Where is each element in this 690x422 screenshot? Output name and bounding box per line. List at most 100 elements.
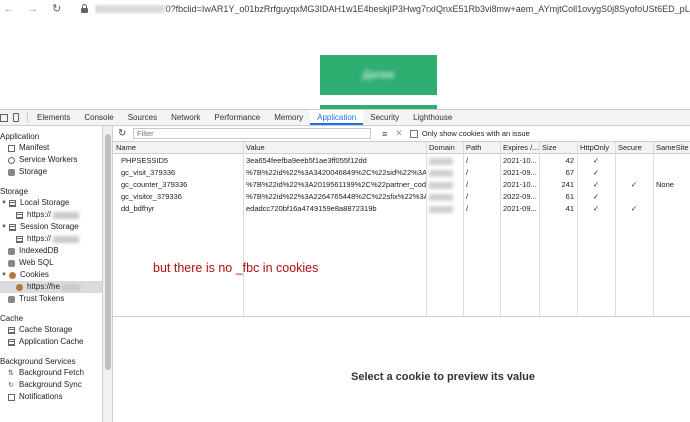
sidebar-item-service-workers[interactable]: Service Workers <box>0 154 102 166</box>
cookie-size: 41 <box>565 204 574 213</box>
cookie-value: %7B%22id%22%3A2019561199%2C%22partner_co… <box>246 180 426 189</box>
cookie-size: 42 <box>565 156 574 165</box>
sidebar-item-label: https:// <box>27 234 52 243</box>
sync-arrows-icon: ⇅ <box>8 369 14 377</box>
sidebar-item-session-origin[interactable]: https:// <box>0 233 102 245</box>
table-row[interactable]: gc_counter_379336 %7B%22id%22%3A20195611… <box>113 179 690 191</box>
cookie-expires: 2022-09... <box>503 192 537 201</box>
sidebar-item-background-fetch[interactable]: ⇅ Background Fetch <box>0 367 102 379</box>
cookie-value: %7B%22id%22%3A2264765448%2C%22sfix%22%3A… <box>246 192 426 201</box>
sidebar-item-cookie-origin[interactable]: https://he <box>0 281 102 293</box>
sidebar-item-local-origin[interactable]: https:// <box>0 209 102 221</box>
forward-arrow-icon[interactable]: → <box>26 2 40 16</box>
clear-all-icon[interactable]: ✕ <box>395 128 403 139</box>
column-header-path[interactable]: Path <box>463 142 500 154</box>
sidebar-item-background-sync[interactable]: ↻ Background Sync <box>0 379 102 391</box>
page-primary-button[interactable]: Далее <box>320 55 437 95</box>
database-icon <box>8 295 15 303</box>
web-page: Далее <box>0 17 690 109</box>
tab-elements[interactable]: Elements <box>30 110 77 125</box>
table-header: Name Value Domain Path Expires /... Size… <box>113 142 690 154</box>
cookie-value: 3ea654feefba9eeb5f1ae3ff055f12dd <box>246 156 367 165</box>
column-header-size[interactable]: Size <box>539 142 577 154</box>
only-issues-checkbox[interactable] <box>409 129 418 138</box>
refresh-icon[interactable]: ↻ <box>118 128 128 139</box>
grid-icon <box>9 223 16 231</box>
tab-performance[interactable]: Performance <box>207 110 267 125</box>
cookie-expires: 2021-09... <box>503 204 537 213</box>
sidebar-scrollbar[interactable] <box>103 126 113 422</box>
sidebar-item-manifest[interactable]: Manifest <box>0 142 102 154</box>
back-arrow-icon[interactable]: ← <box>2 2 16 16</box>
toolbar-divider <box>27 112 28 123</box>
annotation-text: but there is no _fbc in cookies <box>153 261 319 275</box>
sidebar-item-local-storage[interactable]: ▼ Local Storage <box>0 197 102 209</box>
url-field[interactable]: 0?fbclid=IwAR1Y_o01bzRrfguyqxMG3IDAH1w1E… <box>94 4 690 14</box>
cookie-value: %7B%22id%22%3A3420046849%2C%22sid%22%3A2… <box>246 168 426 177</box>
clear-filtered-icon[interactable]: ≡ <box>382 129 387 139</box>
table-row[interactable]: PHPSESSID5 3ea654feefba9eeb5f1ae3ff055f1… <box>113 155 690 167</box>
grid-icon <box>8 338 15 346</box>
cookie-path: / <box>466 192 469 201</box>
blurred-domain <box>429 169 453 177</box>
cookie-value: edadcc720bf16a4749159e8a8872319b <box>246 204 377 213</box>
blurred-origin <box>53 211 80 219</box>
sidebar-item-indexeddb[interactable]: IndexedDB <box>0 245 102 257</box>
filter-input[interactable]: Filter <box>133 128 371 139</box>
address-bar: ← → ↻ 0?fbclid=IwAR1Y_o01bzRrfguyqxMG3ID… <box>0 0 690 17</box>
scrollbar-thumb[interactable] <box>105 134 111 370</box>
sidebar-item-label: Application Cache <box>19 337 84 346</box>
tab-memory[interactable]: Memory <box>267 110 310 125</box>
database-icon <box>8 247 15 255</box>
column-header-domain[interactable]: Domain <box>426 142 463 154</box>
column-header-httponly[interactable]: HttpOnly <box>577 142 615 154</box>
column-header-samesite[interactable]: SameSite <box>653 142 690 154</box>
blurred-origin <box>53 235 80 243</box>
only-issues-label: Only show cookies with an issue <box>421 129 530 138</box>
sidebar-item-session-storage[interactable]: ▼ Session Storage <box>0 221 102 233</box>
sidebar-item-notifications[interactable]: Notifications <box>0 391 102 403</box>
tab-security[interactable]: Security <box>363 110 406 125</box>
tab-network[interactable]: Network <box>164 110 207 125</box>
cookie-httponly: ✓ <box>592 168 600 177</box>
device-toolbar-icon[interactable] <box>13 113 19 122</box>
cookie-name: gc_visitor_379336 <box>121 192 182 201</box>
blurred-domain <box>429 181 453 189</box>
table-row[interactable]: gc_visitor_379336 %7B%22id%22%3A22647654… <box>113 191 690 203</box>
sidebar-item-cookies[interactable]: ▼ Cookies <box>0 269 102 281</box>
sidebar-item-label: Background Sync <box>19 380 82 389</box>
lock-icon[interactable] <box>80 4 89 13</box>
expand-triangle-icon[interactable]: ▼ <box>1 269 8 281</box>
tab-sources[interactable]: Sources <box>121 110 164 125</box>
reload-icon[interactable]: ↻ <box>50 2 64 16</box>
tab-lighthouse[interactable]: Lighthouse <box>406 110 459 125</box>
sidebar-item-websql[interactable]: Web SQL <box>0 257 102 269</box>
table-row[interactable]: gc_visit_379336 %7B%22id%22%3A3420046849… <box>113 167 690 179</box>
cookie-samesite <box>653 191 690 203</box>
blurred-origin <box>61 283 80 291</box>
blurred-domain <box>429 193 453 201</box>
inspect-element-icon[interactable] <box>0 113 8 122</box>
grid-icon <box>8 326 15 334</box>
sidebar-item-storage[interactable]: Storage <box>0 166 102 178</box>
expand-triangle-icon[interactable]: ▼ <box>1 221 8 233</box>
cookie-secure: ✓ <box>630 180 638 189</box>
sidebar-item-cache-storage[interactable]: Cache Storage <box>0 324 102 336</box>
sidebar-item-label: Session Storage <box>20 222 79 231</box>
column-header-value[interactable]: Value <box>243 142 426 154</box>
tab-application[interactable]: Application <box>310 110 364 125</box>
cookie-samesite <box>653 155 690 167</box>
preview-placeholder: Select a cookie to preview its value <box>350 371 536 383</box>
cookie-samesite <box>653 203 690 215</box>
column-header-name[interactable]: Name <box>113 142 243 154</box>
column-header-secure[interactable]: Secure <box>615 142 653 154</box>
table-row[interactable]: dd_bdfhyr edadcc720bf16a4749159e8a887231… <box>113 203 690 215</box>
cookie-domain <box>426 155 463 167</box>
tab-console[interactable]: Console <box>77 110 120 125</box>
cookie-domain <box>426 167 463 179</box>
sidebar-item-trust-tokens[interactable]: Trust Tokens <box>0 293 102 305</box>
sidebar-item-application-cache[interactable]: Application Cache <box>0 336 102 348</box>
sidebar-item-label: Storage <box>19 167 48 176</box>
expand-triangle-icon[interactable]: ▼ <box>1 197 8 209</box>
column-header-expires[interactable]: Expires /... <box>500 142 539 154</box>
